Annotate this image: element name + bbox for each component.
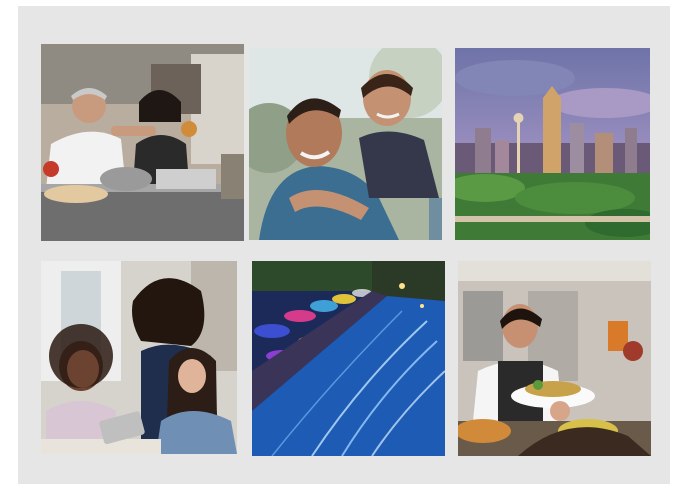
- city-skyline-image: [455, 48, 650, 240]
- riverwalk-night-image: [252, 261, 445, 456]
- kitchen-serving-image: [458, 261, 651, 456]
- teacher-students-image: [41, 261, 237, 454]
- photo-collage-panel: [18, 6, 670, 484]
- father-son-piggyback-image: [249, 48, 442, 240]
- food-service-volunteers-image: [41, 44, 244, 241]
